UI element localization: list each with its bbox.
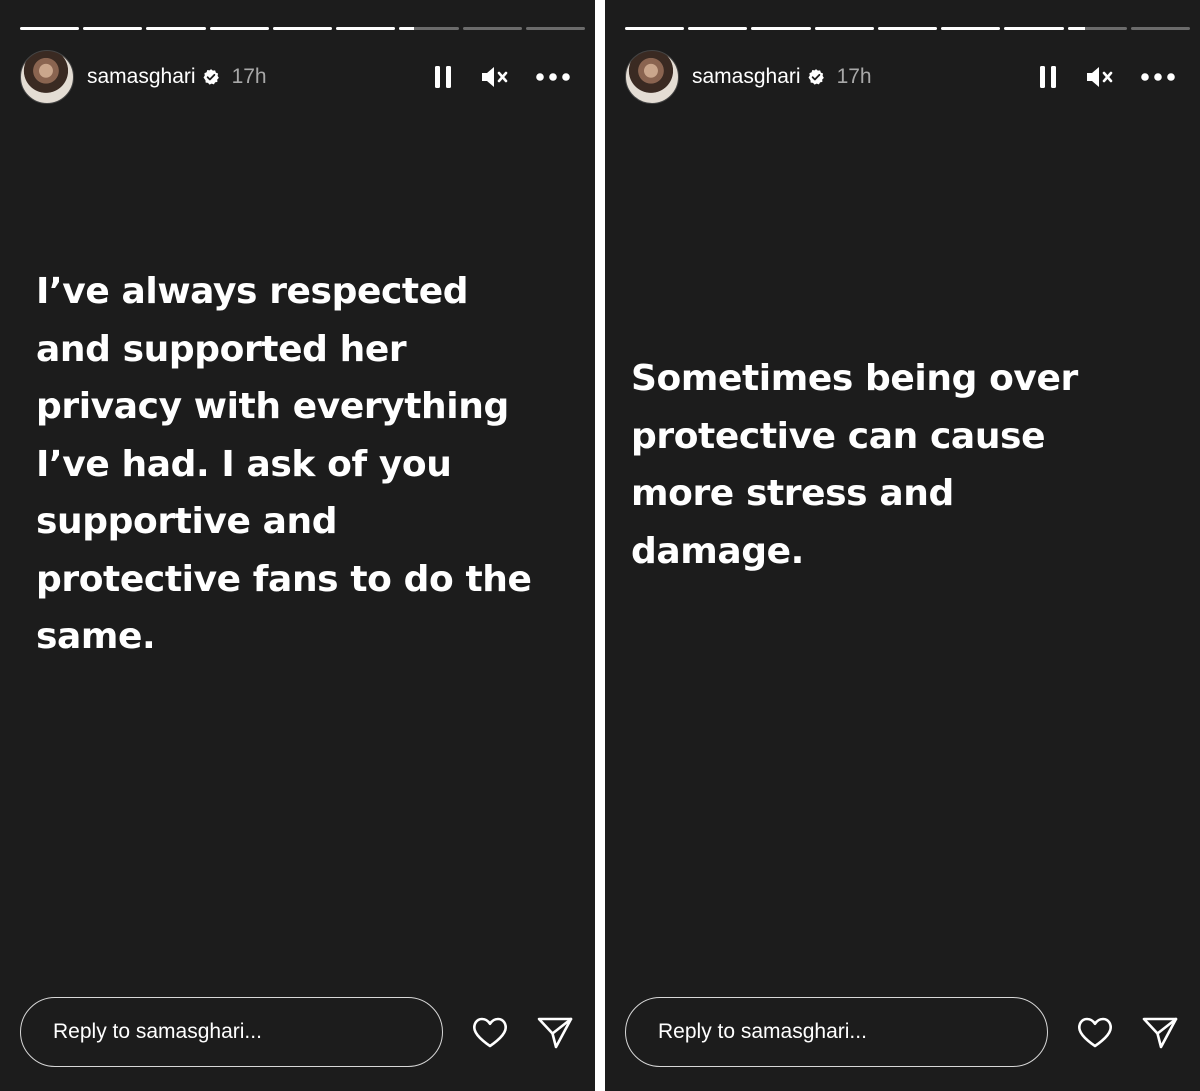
username[interactable]: samasghari — [692, 65, 801, 89]
mute-button[interactable] — [1084, 63, 1116, 91]
progress-segment-fill — [20, 27, 80, 30]
progress-segment — [814, 27, 874, 30]
progress-segment — [877, 27, 938, 30]
progress-segment-fill — [625, 27, 685, 30]
mute-button[interactable] — [479, 63, 511, 91]
progress-segment-fill — [83, 27, 143, 30]
profile-avatar[interactable] — [625, 50, 679, 104]
more-options-button[interactable] — [1140, 63, 1176, 91]
progress-segment-fill — [688, 27, 748, 30]
story-header: samasghari 17h — [625, 50, 1176, 104]
paper-plane-icon — [537, 1017, 573, 1049]
progress-segment-fill — [751, 27, 811, 30]
story-text: Sometimes being over protective can caus… — [631, 358, 1078, 572]
reply-input[interactable] — [20, 997, 443, 1067]
story-progress-bar — [625, 27, 1190, 30]
post-time: 17h — [231, 65, 267, 88]
heart-icon — [473, 1017, 507, 1048]
story-footer — [20, 996, 575, 1068]
progress-segment — [1004, 27, 1064, 30]
progress-segment-fill — [336, 27, 396, 30]
progress-segment — [625, 27, 685, 30]
profile-avatar[interactable] — [20, 50, 74, 104]
progress-segment-fill — [146, 27, 206, 30]
more-options-button[interactable] — [535, 63, 571, 91]
story-footer — [625, 996, 1180, 1068]
progress-segment-fill — [1067, 27, 1086, 30]
progress-segment — [146, 27, 206, 30]
progress-segment — [1130, 27, 1190, 30]
like-button[interactable] — [470, 1012, 510, 1052]
progress-segment — [462, 27, 522, 30]
pause-icon — [1040, 66, 1056, 88]
more-dots-icon — [1141, 73, 1175, 81]
progress-segment — [688, 27, 748, 30]
progress-segment-fill — [209, 27, 269, 30]
muted-speaker-icon — [482, 67, 508, 87]
story-progress-bar — [20, 27, 585, 30]
progress-segment-fill — [877, 27, 938, 30]
story-panel-left: samasghari 17h I’ve always respected and… — [0, 0, 595, 1091]
progress-segment — [751, 27, 811, 30]
send-button[interactable] — [535, 1012, 575, 1052]
progress-segment — [20, 27, 80, 30]
like-button[interactable] — [1075, 1012, 1115, 1052]
progress-segment-fill — [941, 27, 1001, 30]
progress-segment — [272, 27, 333, 30]
progress-segment — [399, 27, 459, 30]
story-header: samasghari 17h — [20, 50, 571, 104]
username[interactable]: samasghari — [87, 65, 196, 89]
progress-segment — [336, 27, 396, 30]
progress-segment — [209, 27, 269, 30]
progress-segment-fill — [272, 27, 333, 30]
heart-icon — [1078, 1017, 1112, 1048]
progress-segment — [1067, 27, 1127, 30]
reply-input[interactable] — [625, 997, 1048, 1067]
pause-button[interactable] — [1034, 63, 1062, 91]
verified-badge-icon — [202, 68, 220, 86]
progress-segment-fill — [814, 27, 874, 30]
progress-segment-fill — [1004, 27, 1064, 30]
progress-segment — [525, 27, 585, 30]
story-text: I’ve always respected and supported her … — [36, 271, 532, 657]
pause-icon — [435, 66, 451, 88]
verified-badge-icon — [807, 68, 825, 86]
pause-button[interactable] — [429, 63, 457, 91]
progress-segment — [941, 27, 1001, 30]
post-time: 17h — [836, 65, 872, 88]
story-panel-right: samasghari 17h Sometimes being over prot… — [605, 0, 1200, 1091]
progress-segment-fill — [399, 27, 415, 30]
paper-plane-icon — [1142, 1017, 1178, 1049]
muted-speaker-icon — [1087, 67, 1113, 87]
progress-segment — [83, 27, 143, 30]
send-button[interactable] — [1140, 1012, 1180, 1052]
more-dots-icon — [536, 73, 570, 81]
